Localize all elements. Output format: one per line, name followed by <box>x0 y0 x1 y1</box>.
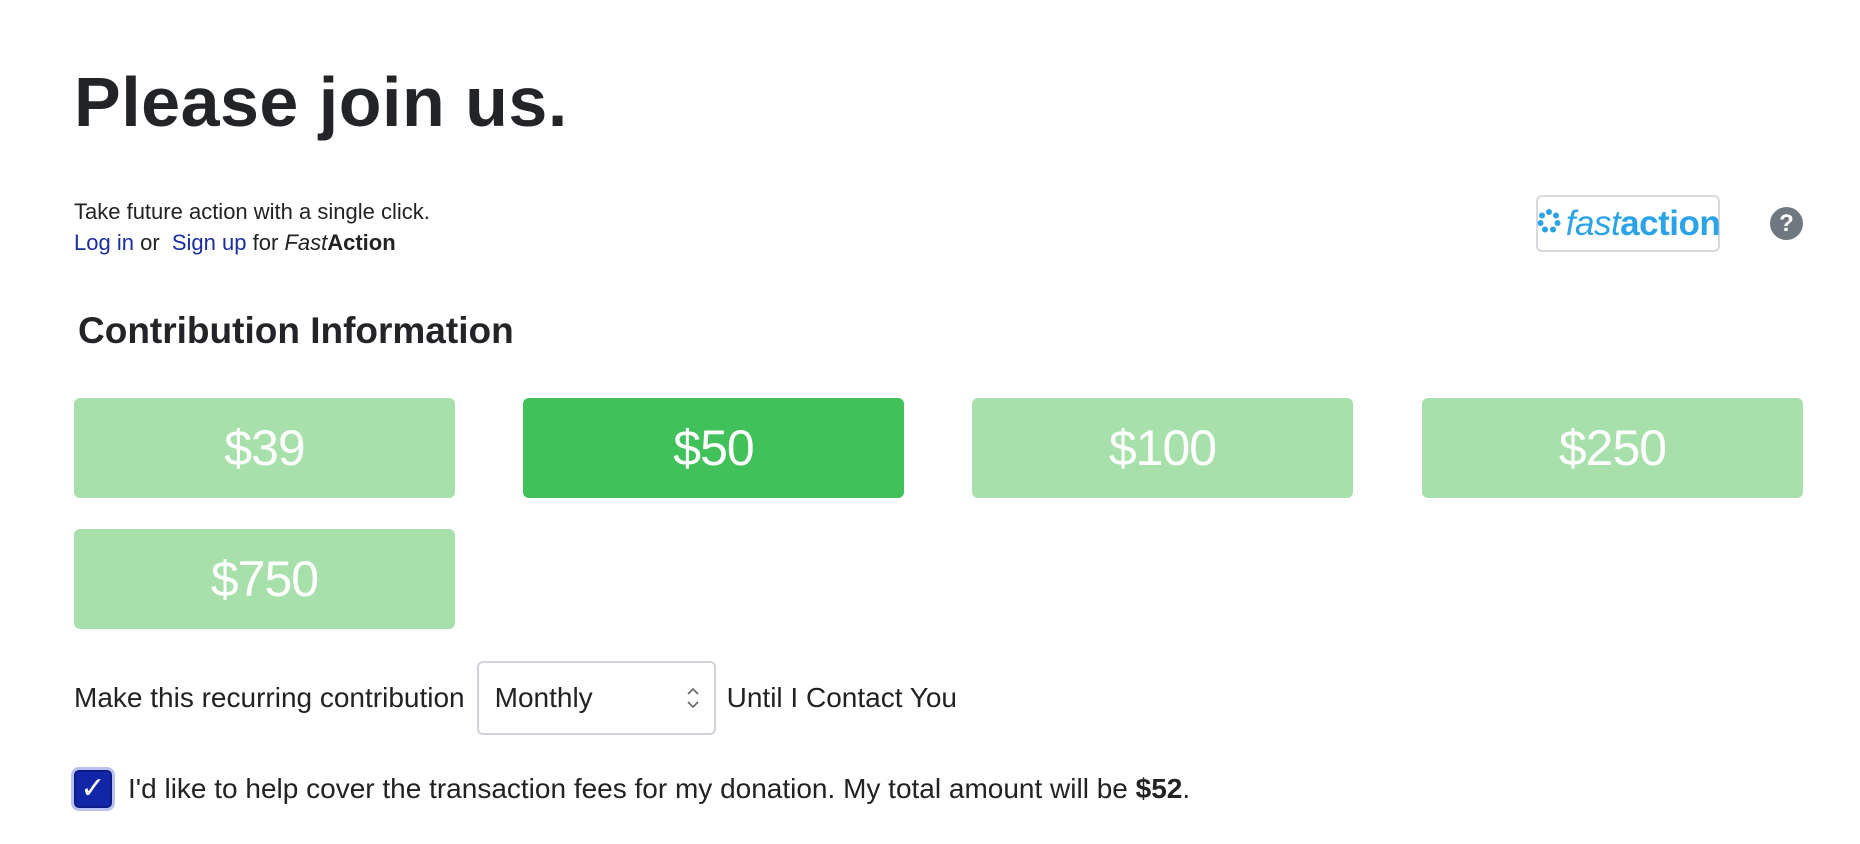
login-link[interactable]: Log in <box>74 230 134 255</box>
checkmark-icon: ✓ <box>80 772 106 805</box>
brand-action: Action <box>327 230 396 255</box>
amount-button-250[interactable]: $250 <box>1422 398 1803 498</box>
contribution-heading: Contribution Information <box>78 310 514 351</box>
fastaction-logo-wordmark: fastaction <box>1566 204 1721 244</box>
fastaction-prompt: Take future action with a single click. … <box>74 196 430 258</box>
recurring-label: Make this recurring contribution <box>74 682 465 713</box>
donation-page: Please join us. Take future action with … <box>0 0 1860 844</box>
frequency-value: Monthly <box>494 682 593 713</box>
fastaction-logo-button[interactable]: fastaction <box>1536 195 1721 252</box>
page-title: Please join us. <box>74 63 568 141</box>
for-text: for <box>252 230 279 255</box>
or-text: or <box>140 230 160 255</box>
fees-period: . <box>1182 773 1191 804</box>
brand-fast: Fast <box>284 230 328 255</box>
recurring-row: Make this recurring contribution Monthly… <box>74 661 957 735</box>
help-icon[interactable]: ? <box>1770 207 1803 240</box>
until-label: Until I Contact You <box>726 682 957 713</box>
select-arrows-icon <box>686 685 700 711</box>
cover-fees-label: I'd like to help cover the transaction f… <box>128 773 1190 805</box>
amount-button-100[interactable]: $100 <box>972 398 1353 498</box>
fastaction-brand: FastAction <box>284 230 395 255</box>
amount-button-50[interactable]: $50 <box>523 398 904 498</box>
total-amount: $52 <box>1135 773 1183 804</box>
cover-fees-checkbox[interactable]: ✓ <box>74 770 112 808</box>
logo-fast: fast <box>1565 203 1621 243</box>
cover-fees-text: I'd like to help cover the transaction f… <box>128 773 1128 804</box>
cover-fees-row: ✓ I'd like to help cover the transaction… <box>74 770 1190 808</box>
fastaction-links: Log in or Sign up for FastAction <box>74 227 430 258</box>
fastaction-flower-icon <box>1536 208 1562 239</box>
amount-button-750[interactable]: $750 <box>74 529 455 629</box>
fastaction-tagline: Take future action with a single click. <box>74 199 430 224</box>
amount-button-39[interactable]: $39 <box>74 398 455 498</box>
frequency-select[interactable]: Monthly <box>476 661 716 735</box>
signup-link[interactable]: Sign up <box>172 230 247 255</box>
logo-action: action <box>1620 203 1721 243</box>
